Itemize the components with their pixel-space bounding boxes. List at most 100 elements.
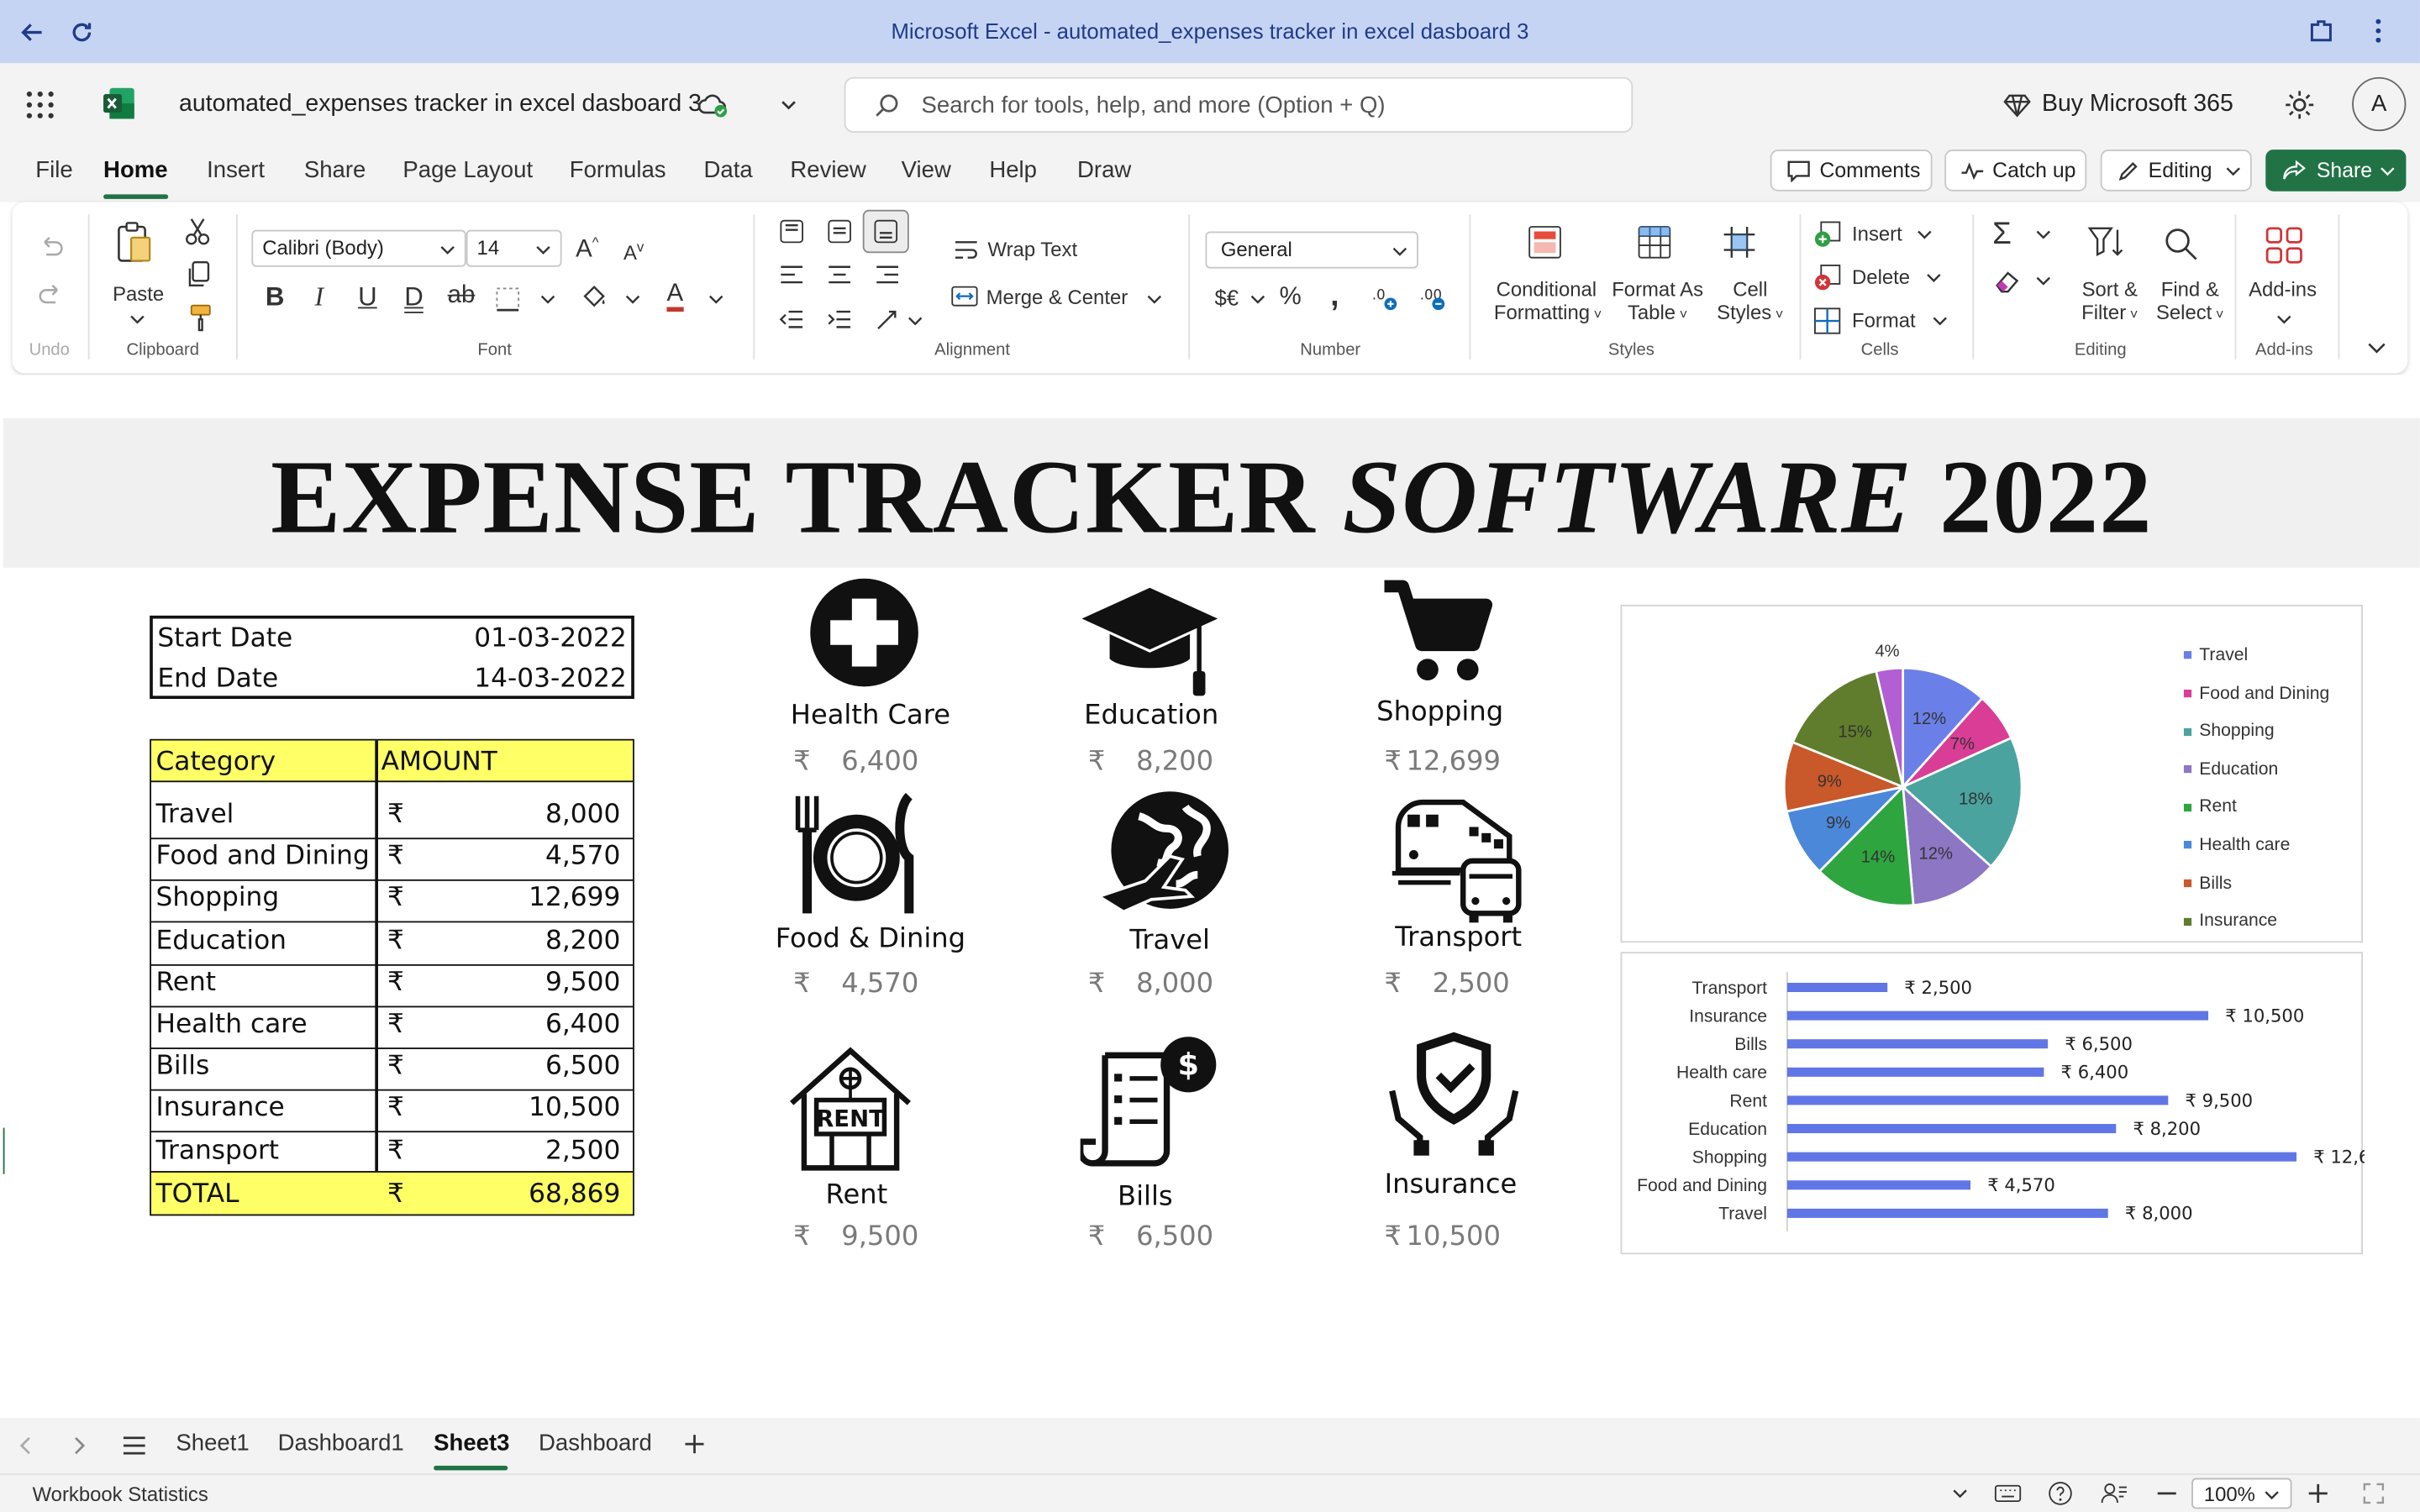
chevron-down-icon[interactable] (1933, 315, 1948, 328)
zoom-out-minus-icon[interactable] (2156, 1484, 2178, 1503)
comma-style-icon[interactable]: , (1330, 279, 1339, 314)
bar[interactable] (1786, 1208, 2108, 1218)
end-date-value[interactable]: 14-03-2022 (474, 664, 626, 695)
table-row-amount[interactable]: 6,500 (545, 1051, 620, 1082)
tab-review[interactable]: Review (790, 157, 865, 183)
bar[interactable] (1786, 1152, 2297, 1162)
keyboard-icon[interactable] (1994, 1483, 2022, 1504)
table-row-amount[interactable]: 9,500 (545, 967, 620, 998)
catch-up-button[interactable]: Catch up (1944, 150, 2087, 192)
chevron-down-icon[interactable] (540, 293, 555, 306)
format-cells-button[interactable]: Format (1852, 308, 1916, 332)
extension-icon[interactable] (2306, 15, 2337, 46)
sheet-tab-sheet1[interactable]: Sheet1 (176, 1431, 249, 1457)
bar[interactable] (1786, 1124, 2117, 1134)
table-row-amount[interactable]: 8,200 (545, 925, 620, 956)
cut-scissors-icon[interactable] (185, 218, 210, 245)
decrease-indent-icon[interactable] (779, 308, 804, 330)
chevron-down-icon[interactable] (708, 293, 723, 306)
double-underline-icon[interactable]: D (404, 282, 424, 313)
legend-item[interactable]: Education (2183, 760, 2278, 779)
align-left-icon[interactable] (780, 264, 804, 286)
borders-icon[interactable] (496, 287, 520, 312)
align-right-icon[interactable] (875, 264, 899, 286)
table-row-category[interactable]: Food and Dining (156, 841, 370, 872)
table-row-amount[interactable]: 6,400 (545, 1009, 620, 1040)
total-amount[interactable]: 68,869 (529, 1179, 620, 1210)
paste-clipboard-icon[interactable] (114, 221, 155, 267)
paste-button[interactable]: Paste (113, 282, 164, 306)
chevron-down-icon[interactable] (1250, 293, 1265, 306)
cell-styles-button[interactable]: Cell Styles ˅ (1713, 278, 1787, 324)
legend-item[interactable]: Health care (2183, 836, 2290, 855)
decrease-font-size-icon[interactable]: Av (623, 239, 644, 265)
legend-item[interactable]: Travel (2183, 647, 2248, 665)
tab-formulas[interactable]: Formulas (570, 157, 666, 183)
bar[interactable] (1786, 1095, 2169, 1105)
feedback-icon[interactable] (2101, 1481, 2128, 1505)
align-bottom-button[interactable] (862, 209, 909, 254)
zoom-in-plus-icon[interactable] (2307, 1483, 2329, 1504)
bar[interactable] (1786, 1067, 2044, 1077)
bar-chart[interactable]: Transport ₹ 2,500 Insurance ₹ 10,500 Bills ₹ … (1620, 952, 2365, 1255)
table-row-category[interactable]: Rent (156, 967, 217, 998)
tab-insert[interactable]: Insert (207, 157, 265, 183)
share-button[interactable]: Share (2265, 150, 2407, 192)
chevron-down-icon[interactable] (908, 315, 923, 328)
avatar[interactable]: A (2352, 76, 2407, 132)
conditional-formatting-button[interactable]: Conditional Formatting ˅ (1494, 278, 1602, 324)
tab-view[interactable]: View (902, 157, 951, 183)
tab-home[interactable]: Home (103, 157, 168, 183)
add-ins-button[interactable]: Add-ins (2249, 278, 2317, 302)
wrap-text-button[interactable]: Wrap Text (987, 238, 1077, 261)
chevron-down-icon[interactable] (1917, 228, 1932, 241)
table-row-category[interactable]: Travel (156, 799, 234, 830)
legend-item[interactable]: Bills (2183, 874, 2232, 893)
bar[interactable] (1786, 1039, 2049, 1049)
merge-center-button[interactable]: Merge & Center (986, 286, 1128, 309)
table-row-amount[interactable]: 8,000 (545, 799, 620, 830)
font-color-icon[interactable]: A (666, 281, 684, 312)
delete-cells-button[interactable]: Delete (1852, 265, 1910, 289)
sheet-tab-dashboard1[interactable]: Dashboard1 (278, 1431, 404, 1457)
increase-decimal-icon[interactable]: .0 (1372, 284, 1400, 312)
legend-item[interactable]: Food and Dining (2183, 685, 2329, 703)
fill-color-bucket-icon[interactable] (581, 284, 608, 312)
chevron-right-icon[interactable] (70, 1435, 88, 1457)
bold-icon[interactable]: B (266, 282, 285, 313)
chevron-down-icon[interactable] (2036, 228, 2051, 241)
underline-icon[interactable]: U (358, 282, 377, 313)
strikethrough-icon[interactable]: ab (448, 282, 476, 310)
sheet-tab-dashboard[interactable]: Dashboard (539, 1431, 652, 1457)
bar[interactable] (1786, 1011, 2209, 1021)
tab-data[interactable]: Data (704, 157, 753, 183)
clear-eraser-icon[interactable] (1994, 269, 2022, 293)
app-launcher-icon[interactable] (24, 90, 55, 121)
autosum-sigma-icon[interactable]: Σ (1992, 218, 2012, 253)
font-name-dropdown[interactable]: Calibri (Body) (251, 229, 466, 267)
table-row-category[interactable]: Health care (156, 1009, 308, 1040)
chevron-down-icon[interactable] (1952, 1488, 1967, 1500)
align-middle-icon[interactable] (827, 219, 851, 244)
settings-gear-icon[interactable] (2282, 88, 2316, 122)
sort-filter-button[interactable]: Sort & Filter ˅ (2077, 278, 2142, 324)
tab-draw[interactable]: Draw (1077, 157, 1131, 183)
legend-item[interactable]: Shopping (2183, 722, 2275, 741)
table-row-category[interactable]: Education (156, 925, 287, 956)
editing-mode-button[interactable]: Editing (2100, 150, 2252, 192)
chevron-down-icon[interactable] (625, 293, 640, 306)
align-top-icon[interactable] (780, 219, 804, 244)
cloud-saved-icon[interactable] (697, 91, 729, 118)
chevron-down-icon[interactable] (2036, 275, 2051, 287)
search-box[interactable]: Search for tools, help, and more (Option… (844, 76, 1634, 133)
table-row-amount[interactable]: 10,500 (529, 1093, 620, 1124)
ribbon-expand-chevron-icon[interactable] (2367, 341, 2386, 355)
legend-item[interactable]: Insurance (2183, 912, 2277, 931)
legend-item[interactable]: Rent (2183, 798, 2237, 816)
chevron-down-icon[interactable] (1926, 271, 1941, 284)
format-painter-icon[interactable] (188, 304, 213, 332)
currency-format-button[interactable]: $€ (1214, 286, 1239, 310)
insert-cells-button[interactable]: Insert (1852, 222, 1902, 245)
bar[interactable] (1786, 1180, 1971, 1190)
increase-font-size-icon[interactable]: A^ (576, 234, 598, 264)
